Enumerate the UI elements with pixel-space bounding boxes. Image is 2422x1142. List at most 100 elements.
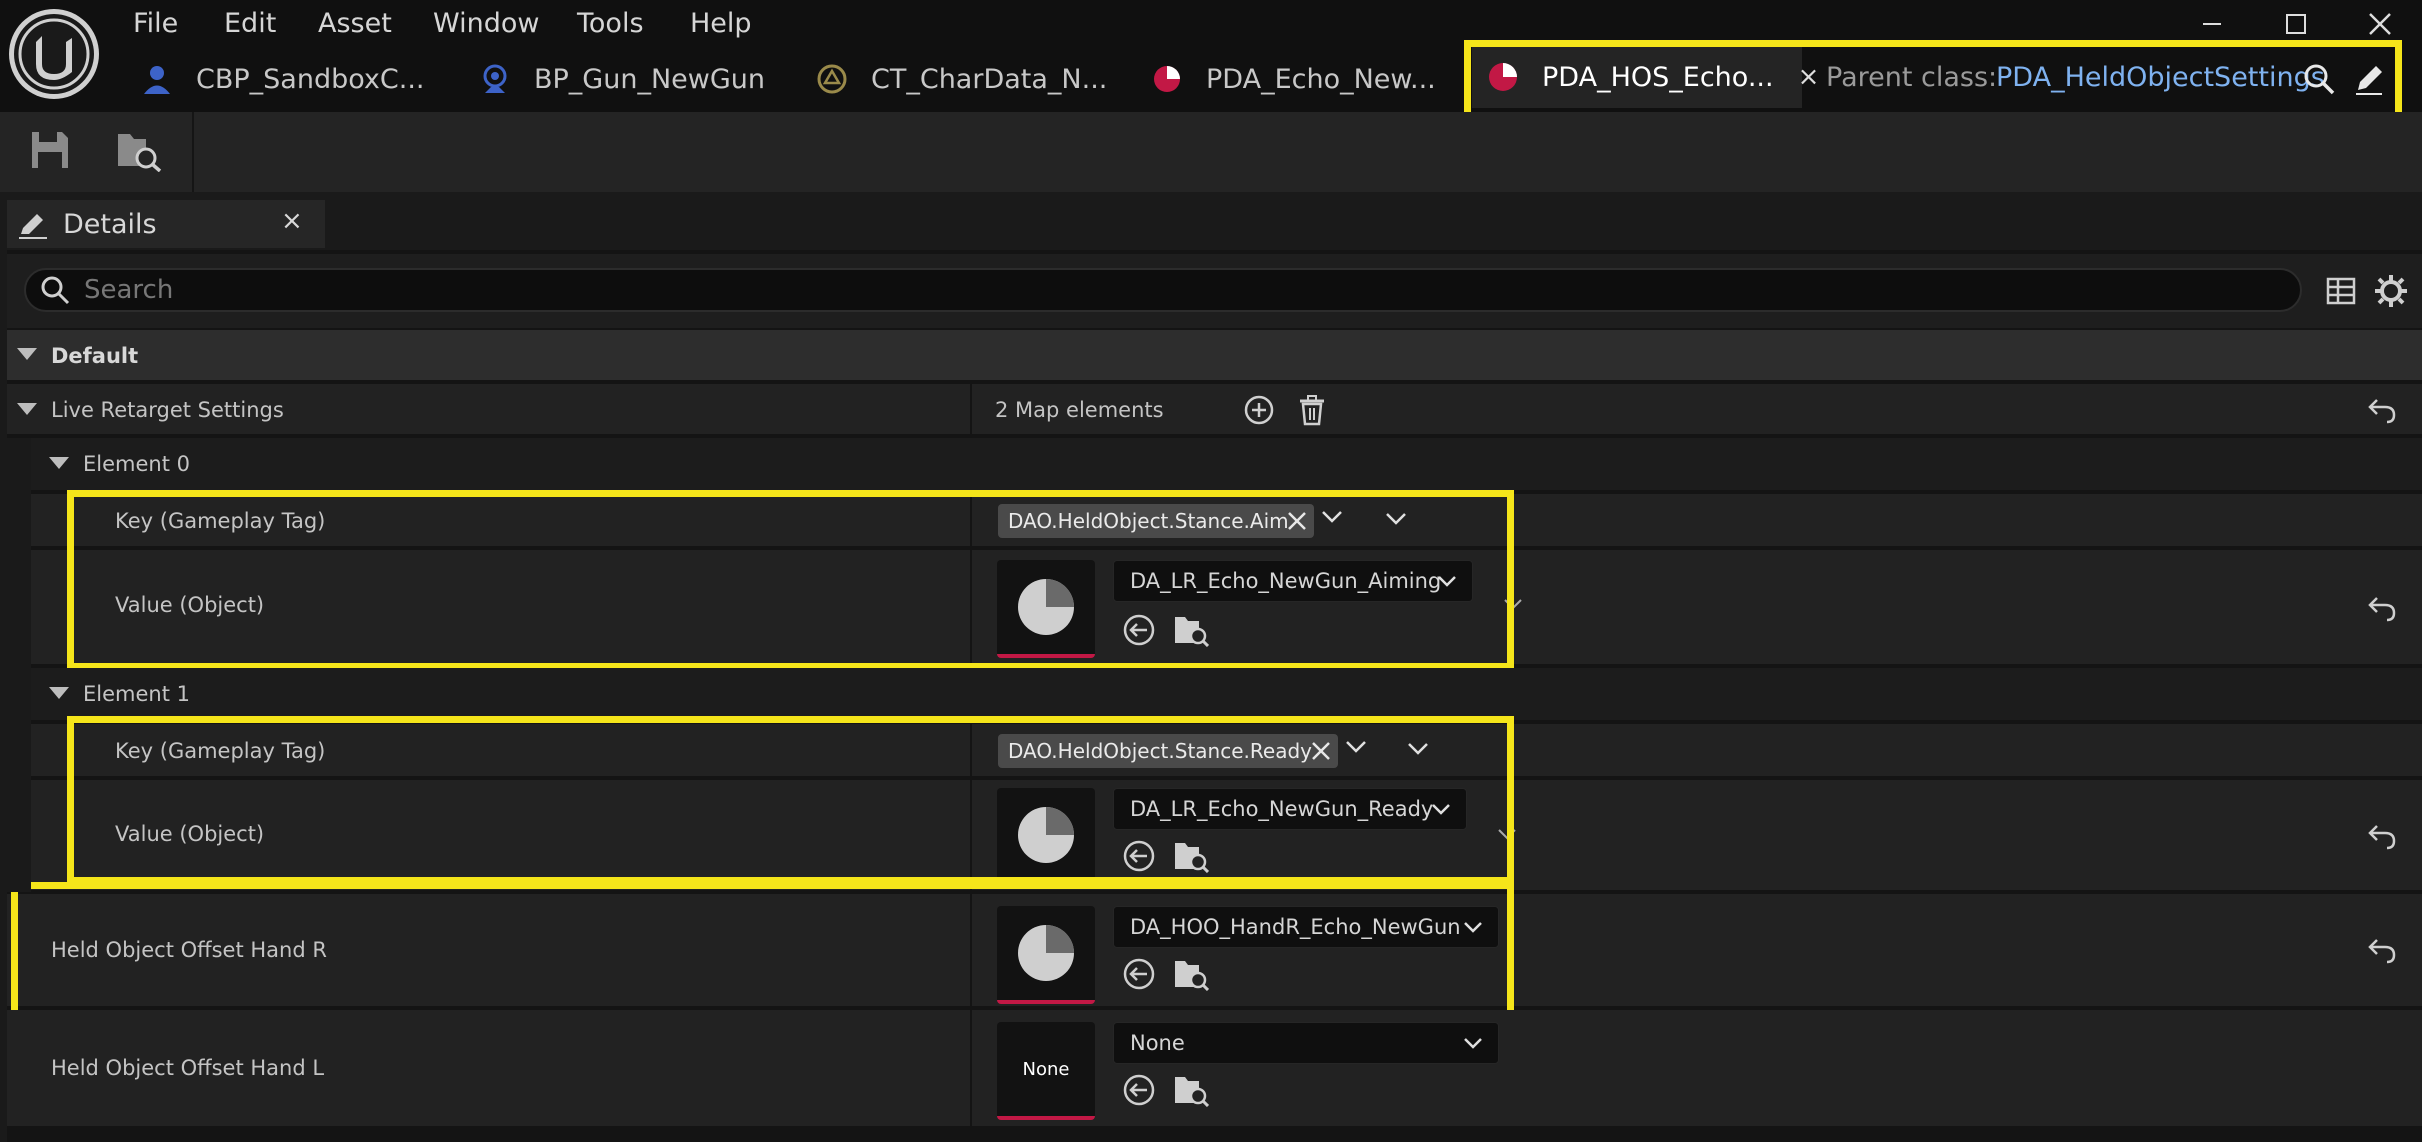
- remove-tag-icon[interactable]: [1286, 510, 1308, 532]
- tab-ct-chardata[interactable]: CT_CharData_N...: [815, 55, 1107, 103]
- save-icon[interactable]: [30, 130, 70, 170]
- browse-parent-icon[interactable]: [2302, 62, 2336, 96]
- tab-pda-hos-echo[interactable]: PDA_HOS_Echo... ×: [1472, 46, 1819, 108]
- tag-dropdown-icon[interactable]: [1345, 740, 1367, 754]
- key-label: Key (Gameplay Tag): [115, 509, 326, 533]
- key-options-chevron-icon[interactable]: [1385, 512, 1407, 526]
- use-selected-icon[interactable]: [1121, 838, 1157, 874]
- search-placeholder: Search: [84, 275, 174, 305]
- gameplay-tag-chip[interactable]: DAO.HeldObject.Stance.Aim: [998, 504, 1314, 538]
- details-title: Details: [63, 208, 157, 240]
- tab-label: PDA_HOS_Echo...: [1542, 61, 1774, 93]
- menu-tools[interactable]: Tools: [577, 6, 644, 42]
- tag-dropdown-icon[interactable]: [1321, 510, 1343, 524]
- chevron-down-icon: [1436, 570, 1458, 592]
- close-window-icon[interactable]: [2358, 4, 2402, 44]
- remove-tag-icon[interactable]: [1310, 740, 1332, 762]
- gameplay-tag-chip[interactable]: DAO.HeldObject.Stance.Ready: [998, 734, 1338, 768]
- column-splitter[interactable]: [970, 724, 972, 892]
- property-matrix-icon[interactable]: [2326, 276, 2356, 306]
- add-element-icon[interactable]: [1243, 394, 1275, 426]
- property-label: Held Object Offset Hand R: [51, 938, 327, 962]
- browse-asset-icon[interactable]: [1173, 956, 1209, 992]
- data-asset-icon: [1150, 62, 1184, 96]
- settings-gear-icon[interactable]: [2374, 274, 2408, 308]
- collapse-arrow-icon[interactable]: [49, 457, 69, 471]
- element-0-header[interactable]: Element 0: [7, 438, 2422, 492]
- value-options-chevron-icon[interactable]: [1497, 828, 1517, 842]
- element-1-key-row: Key (Gameplay Tag) DAO.HeldObject.Stance…: [7, 724, 2422, 778]
- maximize-icon[interactable]: [2274, 4, 2318, 44]
- asset-name: DA_HOO_HandR_Echo_NewGun: [1130, 915, 1461, 939]
- browse-content-icon[interactable]: [116, 130, 162, 172]
- menu-help[interactable]: Help: [690, 6, 752, 42]
- element-label: Element 0: [83, 452, 190, 476]
- search-input[interactable]: Search: [24, 268, 2302, 312]
- browse-asset-icon[interactable]: [1173, 612, 1209, 648]
- key-label: Key (Gameplay Tag): [115, 739, 326, 763]
- delete-all-icon[interactable]: [1297, 394, 1327, 426]
- data-asset-icon: [1486, 60, 1520, 94]
- unreal-logo-icon[interactable]: [9, 9, 99, 99]
- thumb-none-text: None: [1022, 1058, 1070, 1080]
- column-splitter[interactable]: [970, 494, 972, 666]
- column-splitter[interactable]: [970, 894, 972, 1008]
- category-default[interactable]: Default: [7, 330, 2422, 382]
- reset-to-default-icon[interactable]: [2367, 594, 2397, 622]
- tab-pda-echo[interactable]: PDA_Echo_New...: [1150, 55, 1436, 103]
- tab-label: BP_Gun_NewGun: [534, 63, 765, 95]
- browse-asset-icon[interactable]: [1173, 838, 1209, 874]
- menu-window[interactable]: Window: [433, 6, 539, 42]
- browse-asset-icon[interactable]: [1173, 1072, 1209, 1108]
- parent-class-link[interactable]: PDA_HeldObjectSettings: [1996, 62, 2325, 93]
- value-label: Value (Object): [115, 593, 265, 617]
- chevron-down-icon: [1462, 1032, 1484, 1054]
- element-1-value-row: Value (Object) DA_LR_Echo_NewGun_Ready: [7, 780, 2422, 892]
- details-tab[interactable]: Details ×: [7, 200, 325, 248]
- menu-asset[interactable]: Asset: [318, 6, 392, 42]
- asset-thumbnail[interactable]: None: [997, 1022, 1095, 1120]
- asset-name: DA_LR_Echo_NewGun_Ready: [1130, 797, 1434, 821]
- map-count: 2 Map elements: [995, 398, 1164, 422]
- use-selected-icon[interactable]: [1121, 956, 1157, 992]
- reset-to-default-icon[interactable]: [2367, 822, 2397, 850]
- data-asset-pie-icon: [1018, 925, 1074, 981]
- tab-cbp-sandbox[interactable]: CBP_SandboxC...: [140, 55, 425, 103]
- asset-thumbnail[interactable]: [997, 788, 1095, 886]
- asset-picker-combo[interactable]: None: [1113, 1022, 1499, 1064]
- value-options-chevron-icon[interactable]: [1503, 598, 1523, 612]
- reset-to-default-icon[interactable]: [2367, 936, 2397, 964]
- property-label: Held Object Offset Hand L: [51, 1056, 325, 1080]
- collapse-arrow-icon[interactable]: [17, 348, 37, 362]
- collapse-arrow-icon[interactable]: [49, 687, 69, 701]
- use-selected-icon[interactable]: [1121, 612, 1157, 648]
- asset-picker-combo[interactable]: DA_LR_Echo_NewGun_Ready: [1113, 788, 1467, 830]
- details-close-button[interactable]: ×: [281, 206, 303, 236]
- element-1-header[interactable]: Element 1: [7, 668, 2422, 722]
- character-blueprint-icon: [140, 62, 174, 96]
- tab-bp-gun[interactable]: BP_Gun_NewGun: [478, 55, 765, 103]
- use-selected-icon[interactable]: [1121, 1072, 1157, 1108]
- indent-guide: [7, 438, 31, 892]
- edit-parent-icon[interactable]: [2352, 62, 2386, 96]
- column-splitter[interactable]: [970, 384, 972, 436]
- collapse-arrow-icon[interactable]: [17, 403, 37, 417]
- menu-file[interactable]: File: [133, 6, 178, 42]
- category-label: Default: [51, 344, 139, 368]
- asset-picker-combo[interactable]: DA_HOO_HandR_Echo_NewGun: [1113, 906, 1499, 948]
- asset-thumbnail[interactable]: [997, 906, 1095, 1004]
- menu-edit[interactable]: Edit: [224, 6, 276, 42]
- asset-thumbnail[interactable]: [997, 560, 1095, 658]
- reset-to-default-icon[interactable]: [2367, 396, 2397, 424]
- tab-close-button[interactable]: ×: [1798, 62, 1820, 92]
- asset-name: None: [1130, 1031, 1185, 1055]
- toolbar: [0, 112, 2422, 192]
- key-options-chevron-icon[interactable]: [1407, 742, 1429, 756]
- asset-picker-combo[interactable]: DA_LR_Echo_NewGun_Aiming: [1113, 560, 1473, 602]
- minimize-icon[interactable]: [2190, 4, 2234, 44]
- element-0-value-row: Value (Object) DA_LR_Echo_NewGun_Aiming: [7, 550, 2422, 666]
- element-label: Element 1: [83, 682, 190, 706]
- column-splitter[interactable]: [970, 1010, 972, 1128]
- element-0-key-row: Key (Gameplay Tag) DAO.HeldObject.Stance…: [7, 494, 2422, 548]
- value-label: Value (Object): [115, 822, 265, 846]
